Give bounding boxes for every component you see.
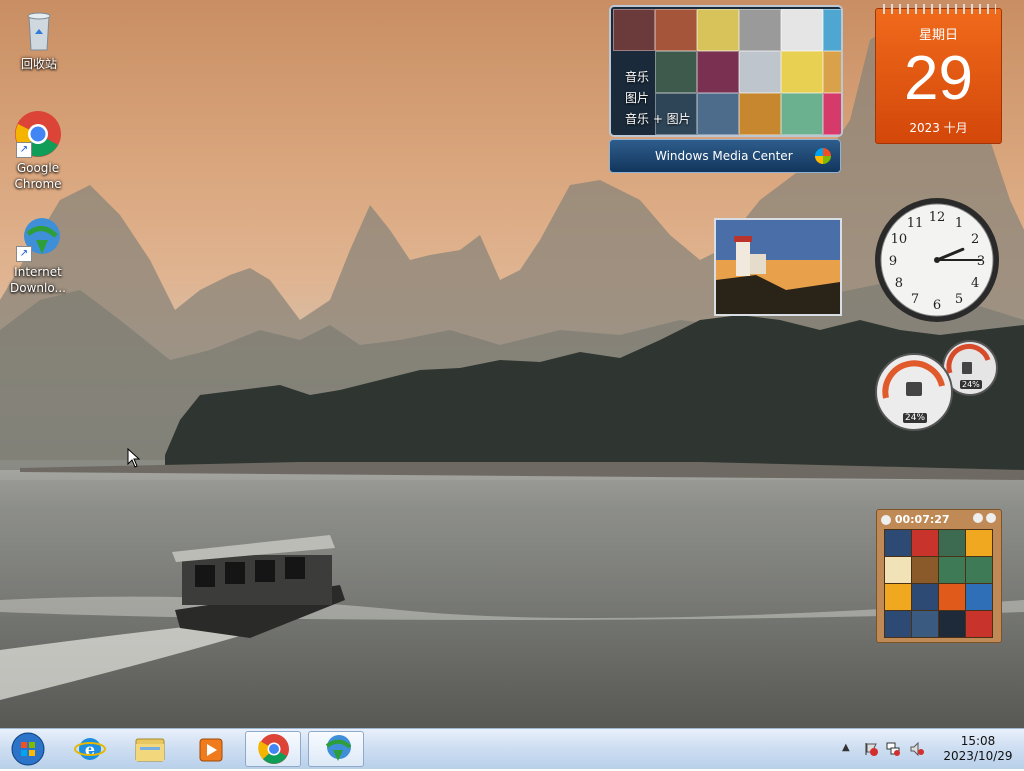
media-center-brand: Windows Media Center xyxy=(655,149,793,163)
puzzle-piece[interactable] xyxy=(965,556,993,584)
desktop-icon-internet-download-manager[interactable]: ↗ Internet Downlo... xyxy=(6,214,70,296)
desktop-icon-label: 回收站 xyxy=(20,57,57,71)
desktop-icon-google-chrome[interactable]: ↗ Google Chrome xyxy=(6,110,70,192)
clock-numeral: 10 xyxy=(891,232,908,247)
taskbar-internet-explorer[interactable]: e xyxy=(62,731,118,767)
cpu-meter-dials xyxy=(875,340,998,431)
puzzle-piece[interactable] xyxy=(965,610,993,638)
media-tiles[interactable]: 音乐 图片 音乐 + 图片 xyxy=(609,5,843,137)
desktop-icon-label: Google Chrome xyxy=(14,161,62,191)
puzzle-timer-icon xyxy=(881,515,891,525)
puzzle-timer: 00:07:27 xyxy=(894,513,950,526)
clock-numeral: 2 xyxy=(971,232,979,247)
puzzle-piece[interactable] xyxy=(911,529,939,557)
desktop-icon-recycle-bin[interactable]: 回收站 xyxy=(7,6,71,72)
slideshow-gadget[interactable] xyxy=(714,218,842,316)
mouse-cursor-icon xyxy=(127,448,141,468)
menu-item-music-pictures[interactable]: 音乐 + 图片 xyxy=(625,109,691,130)
shortcut-arrow-icon: ↗ xyxy=(16,142,32,158)
puzzle-grid[interactable] xyxy=(884,529,994,638)
menu-item-pictures[interactable]: 图片 xyxy=(625,88,691,109)
start-orb-icon xyxy=(11,732,45,766)
clock-numeral: 3 xyxy=(977,254,985,269)
tray-date: 2023/10/29 xyxy=(943,749,1013,763)
puzzle-piece[interactable] xyxy=(884,583,912,611)
clock-numeral: 5 xyxy=(955,292,963,307)
clock-numeral: 6 xyxy=(933,298,941,313)
memory-usage-label: 24% xyxy=(960,380,982,389)
help-icon[interactable] xyxy=(973,513,983,523)
calendar-weekday: 星期日 xyxy=(918,28,958,43)
puzzle-piece[interactable] xyxy=(938,583,966,611)
puzzle-piece[interactable] xyxy=(938,556,966,584)
internet-download-manager-icon xyxy=(325,735,352,761)
network-icon[interactable] xyxy=(886,741,900,756)
media-center-launch-bar[interactable]: Windows Media Center xyxy=(609,139,841,173)
taskbar-chrome[interactable] xyxy=(245,731,301,767)
media-player-icon xyxy=(199,738,223,762)
clock-numeral: 4 xyxy=(971,276,979,291)
desktop[interactable]: 回收站 ↗ Google Chrome ↗ Internet Downlo... xyxy=(0,0,1024,728)
tray-time: 15:08 xyxy=(960,734,996,748)
cpu-usage-label: 24% xyxy=(903,413,928,423)
menu-item-music[interactable]: 音乐 xyxy=(625,67,691,88)
calendar-year-month: 2023 十月 xyxy=(909,121,968,135)
cpu-meter-gadget[interactable]: 24% 24% xyxy=(872,338,1002,438)
show-hidden-icons-icon[interactable]: ▲ xyxy=(842,742,850,753)
calendar-gadget[interactable]: 星期日 29 2023 十月 xyxy=(875,4,1002,144)
puzzle-piece[interactable] xyxy=(884,556,912,584)
internet-download-manager-icon: ↗ xyxy=(14,214,62,262)
taskbar-file-explorer[interactable] xyxy=(122,731,178,767)
clock-gadget[interactable]: 12 1 2 3 4 5 6 7 8 9 10 11 xyxy=(873,196,1001,328)
clock-numeral: 12 xyxy=(929,210,946,225)
chrome-icon: ↗ xyxy=(14,110,62,158)
clock-numeral: 9 xyxy=(889,254,897,269)
clock-numeral: 7 xyxy=(911,292,919,307)
tray-clock[interactable]: 15:08 2023/10/29 xyxy=(938,734,1018,764)
lighthouse-photo xyxy=(716,220,840,314)
desktop-icon-label: Internet Downlo... xyxy=(10,265,66,295)
picture-puzzle-gadget[interactable]: 00:07:27 xyxy=(876,509,1002,643)
taskbar: e ▲ 15:08 2023/10/29 xyxy=(0,728,1024,769)
puzzle-piece[interactable] xyxy=(965,529,993,557)
start-button[interactable] xyxy=(4,731,60,767)
taskbar-internet-download-manager[interactable] xyxy=(308,731,364,767)
taskbar-media-player[interactable] xyxy=(182,731,238,767)
puzzle-piece[interactable] xyxy=(911,583,939,611)
puzzle-piece[interactable] xyxy=(938,529,966,557)
system-tray: ▲ 15:08 2023/10/29 xyxy=(838,729,1024,769)
puzzle-piece[interactable] xyxy=(965,583,993,611)
recycle-bin-icon xyxy=(15,6,63,54)
calendar-rings xyxy=(880,4,996,14)
clock-face: 12 12 3 45678 9 1011 xyxy=(875,198,999,322)
volume-muted-icon[interactable] xyxy=(910,741,924,757)
wallpaper xyxy=(0,20,1024,728)
pause-icon[interactable] xyxy=(986,513,996,523)
chrome-icon xyxy=(258,734,289,764)
clock-numeral: 1 xyxy=(955,216,963,231)
puzzle-piece[interactable] xyxy=(911,610,939,638)
internet-explorer-icon: e xyxy=(74,738,106,760)
puzzle-piece[interactable] xyxy=(884,529,912,557)
puzzle-piece[interactable] xyxy=(884,610,912,638)
puzzle-piece[interactable] xyxy=(938,610,966,638)
windows-logo-icon xyxy=(815,148,831,164)
clock-numeral: 11 xyxy=(907,216,924,231)
action-center-flag-icon[interactable] xyxy=(864,741,878,756)
shortcut-arrow-icon: ↗ xyxy=(16,246,32,262)
media-menu: 音乐 图片 音乐 + 图片 xyxy=(625,67,691,130)
calendar-day: 29 xyxy=(904,44,973,113)
file-explorer-icon xyxy=(135,738,165,762)
puzzle-piece[interactable] xyxy=(911,556,939,584)
media-center-gadget[interactable]: 音乐 图片 音乐 + 图片 Windows Media Center xyxy=(609,5,843,173)
clock-numeral: 8 xyxy=(895,276,903,291)
